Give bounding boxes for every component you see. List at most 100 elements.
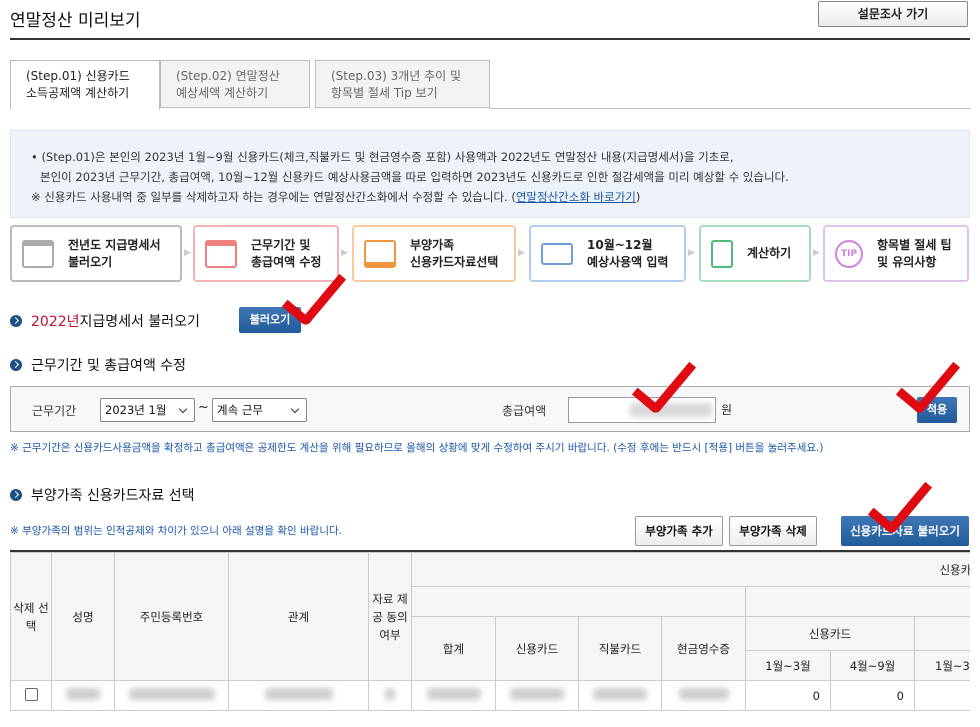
section-prev-statement: 2022년 지급명세서 불러오기 bbox=[10, 311, 200, 331]
col-cash: 현금영수증 bbox=[661, 616, 746, 681]
add-dependent-button[interactable]: 부양가족 추가 bbox=[635, 516, 723, 546]
work-start-select[interactable]: 2023년 1월 bbox=[100, 398, 195, 422]
salary-value-redacted bbox=[630, 403, 712, 417]
page-title: 연말정산 미리보기 bbox=[10, 11, 141, 31]
col-m1-3: 1월~3월 bbox=[745, 650, 831, 681]
row-rrn-redacted bbox=[114, 680, 229, 711]
title-divider bbox=[10, 38, 970, 40]
col-credit-sub: 신용카드 bbox=[745, 616, 915, 651]
info-line3: ※ 신용카드 사용내역 중 일부를 삭제하고자 하는 경우에는 연말정산간소화에… bbox=[31, 187, 951, 207]
row-debit-redacted bbox=[578, 680, 662, 711]
row-cash-redacted bbox=[661, 680, 746, 711]
tip-icon: TIP bbox=[835, 239, 863, 268]
step2-line2: 총급여액 수정 bbox=[251, 254, 322, 269]
col-consent: 자료 제공 동의 여부 bbox=[368, 552, 412, 681]
table-row: 0 0 bbox=[10, 680, 970, 711]
credit-card-icon bbox=[541, 242, 573, 265]
col-rrn: 주민등록번호 bbox=[114, 552, 229, 681]
section2-title: 근무기간 및 총급여액 수정 bbox=[31, 358, 187, 374]
step-calculate[interactable]: 계산하기 bbox=[699, 225, 811, 282]
section-work-period: 근무기간 및 총급여액 수정 bbox=[10, 355, 186, 375]
range-tilde: ~ bbox=[198, 400, 209, 415]
col-total: 합계 bbox=[411, 616, 496, 681]
chevron-right-icon: ▶ bbox=[688, 248, 695, 258]
salary-label: 총급여액 bbox=[502, 404, 547, 418]
col-group-credit: 신용카드 등 bbox=[410, 552, 970, 587]
col-name: 성명 bbox=[51, 552, 115, 681]
row-m1-3: 0 bbox=[745, 680, 831, 711]
row-total-redacted bbox=[411, 680, 496, 711]
section-dependents: 부양가족 신용카드자료 선택 bbox=[10, 485, 194, 505]
simplified-service-link[interactable]: 연말정산간소화 바로가기 bbox=[516, 190, 636, 204]
step-tips[interactable]: TIP 항목별 절세 팁및 유의사항 bbox=[823, 225, 969, 282]
tab-step03-line2: 항목별 절세 Tip 보기 bbox=[331, 86, 438, 100]
row-relation-redacted bbox=[228, 680, 369, 711]
arrow-circle-icon bbox=[10, 489, 22, 501]
tab-step03[interactable]: (Step.03) 3개년 추이 및 항목별 절세 Tip 보기 bbox=[315, 60, 490, 108]
tab-step02-line1: (Step.02) 연말정산 bbox=[176, 69, 280, 83]
delete-dependent-button[interactable]: 부양가족 삭제 bbox=[729, 516, 817, 546]
tab-step02[interactable]: (Step.02) 연말정산 예상세액 계산하기 bbox=[160, 60, 310, 108]
col-group-spacer bbox=[411, 586, 746, 617]
tab-underline bbox=[490, 108, 970, 109]
step6-line2: 및 유의사항 bbox=[877, 254, 937, 269]
calculator-icon bbox=[711, 239, 733, 268]
step1-line1: 전년도 지급명세서 bbox=[68, 237, 161, 252]
col-debit: 직불카드 bbox=[578, 616, 662, 681]
info-line1: • (Step.01)은 본인의 2023년 1월~9월 신용카드(체크,직불카… bbox=[31, 150, 734, 164]
col-credit: 신용카드 bbox=[495, 616, 579, 681]
chevron-right-icon: ▶ bbox=[518, 248, 525, 258]
dependents-note: ※ 부양가족의 범위는 인적공제와 차이가 있으니 아래 설명을 확인 바랍니다… bbox=[10, 525, 342, 537]
won-unit: 원 bbox=[721, 403, 733, 417]
col-credit-sub-more bbox=[913, 616, 970, 651]
section1-year: 2022년 bbox=[31, 314, 80, 330]
arrow-circle-icon bbox=[10, 359, 22, 371]
step1-line2: 불러오기 bbox=[68, 254, 113, 269]
step3-line1: 부양가족 bbox=[410, 237, 455, 252]
section3-title: 부양가족 신용카드자료 선택 bbox=[31, 488, 195, 504]
step-prev-statement[interactable]: 전년도 지급명세서불러오기 bbox=[10, 225, 182, 282]
survey-button[interactable]: 설문조사 가기 bbox=[818, 1, 968, 27]
tab-step03-line1: (Step.03) 3개년 추이 및 bbox=[331, 69, 462, 83]
work-period-label: 근무기간 bbox=[32, 404, 77, 418]
step5-line1: 계산하기 bbox=[747, 246, 792, 260]
chevron-right-icon: ▶ bbox=[184, 248, 191, 258]
col-relation: 관계 bbox=[228, 552, 369, 681]
info-line2: 본인이 2023년 근무기간, 총급여액, 10월~12월 신용카드 예상사용금… bbox=[40, 170, 789, 184]
section1-title: 지급명세서 불러오기 bbox=[79, 314, 200, 330]
work-end-select[interactable]: 계속 근무 bbox=[212, 398, 307, 422]
step2-line1: 근무기간 및 bbox=[251, 237, 311, 252]
monitor-icon bbox=[364, 239, 396, 268]
step-dependents[interactable]: 부양가족신용카드자료선택 bbox=[352, 225, 516, 282]
info-box: • (Step.01)은 본인의 2023년 1월~9월 신용카드(체크,직불카… bbox=[10, 130, 970, 218]
tab-step02-line2: 예상세액 계산하기 bbox=[176, 86, 269, 100]
calendar-icon bbox=[22, 239, 54, 268]
col-m4-9: 4월~9월 bbox=[830, 650, 915, 681]
row-credit-redacted bbox=[495, 680, 579, 711]
col-delete-select: 삭제 선택 bbox=[10, 552, 52, 681]
row-select-cell bbox=[10, 680, 52, 711]
tab-step01-line2: 소득공제액 계산하기 bbox=[26, 86, 130, 100]
col-subgroup: ㄷ bbox=[744, 586, 970, 617]
step4-line1: 10월~12월 bbox=[587, 237, 653, 252]
load-card-data-button[interactable]: 신용카드자료 불러오기 bbox=[841, 516, 969, 546]
chevron-right-icon: ▶ bbox=[813, 248, 820, 258]
row-m1-3b bbox=[913, 680, 970, 711]
tab-step01-line1: (Step.01) 신용카드 bbox=[26, 69, 130, 83]
arrow-circle-icon bbox=[10, 315, 22, 327]
step-estimate-input[interactable]: 10월~12월예상사용액 입력 bbox=[529, 225, 686, 282]
step3-line2: 신용카드자료선택 bbox=[410, 254, 499, 269]
col-m1-3b: 1월~3 bbox=[913, 650, 970, 681]
row-name-redacted bbox=[51, 680, 115, 711]
row-m4-9: 0 bbox=[830, 680, 915, 711]
row-consent-redacted bbox=[368, 680, 412, 711]
calendar-grid-icon bbox=[205, 239, 237, 268]
info-line3-prefix: ※ 신용카드 사용내역 중 일부를 삭제하고자 하는 경우에는 연말정산간소화에… bbox=[31, 190, 516, 204]
tab-step01[interactable]: (Step.01) 신용카드 소득공제액 계산하기 bbox=[10, 60, 160, 110]
work-period-note: ※ 근무기간은 신용카드사용금액을 확정하고 총급여액은 공제한도 계산을 위해… bbox=[10, 442, 824, 454]
row-select-checkbox[interactable] bbox=[24, 687, 38, 701]
step6-line1: 항목별 절세 팁 bbox=[877, 237, 952, 252]
chevron-right-icon: ▶ bbox=[341, 248, 348, 258]
step4-line2: 예상사용액 입력 bbox=[587, 254, 669, 269]
dependents-table: 삭제 선택 성명 주민등록번호 관계 자료 제공 동의 여부 신용카드 등 ㄷ … bbox=[10, 550, 970, 727]
